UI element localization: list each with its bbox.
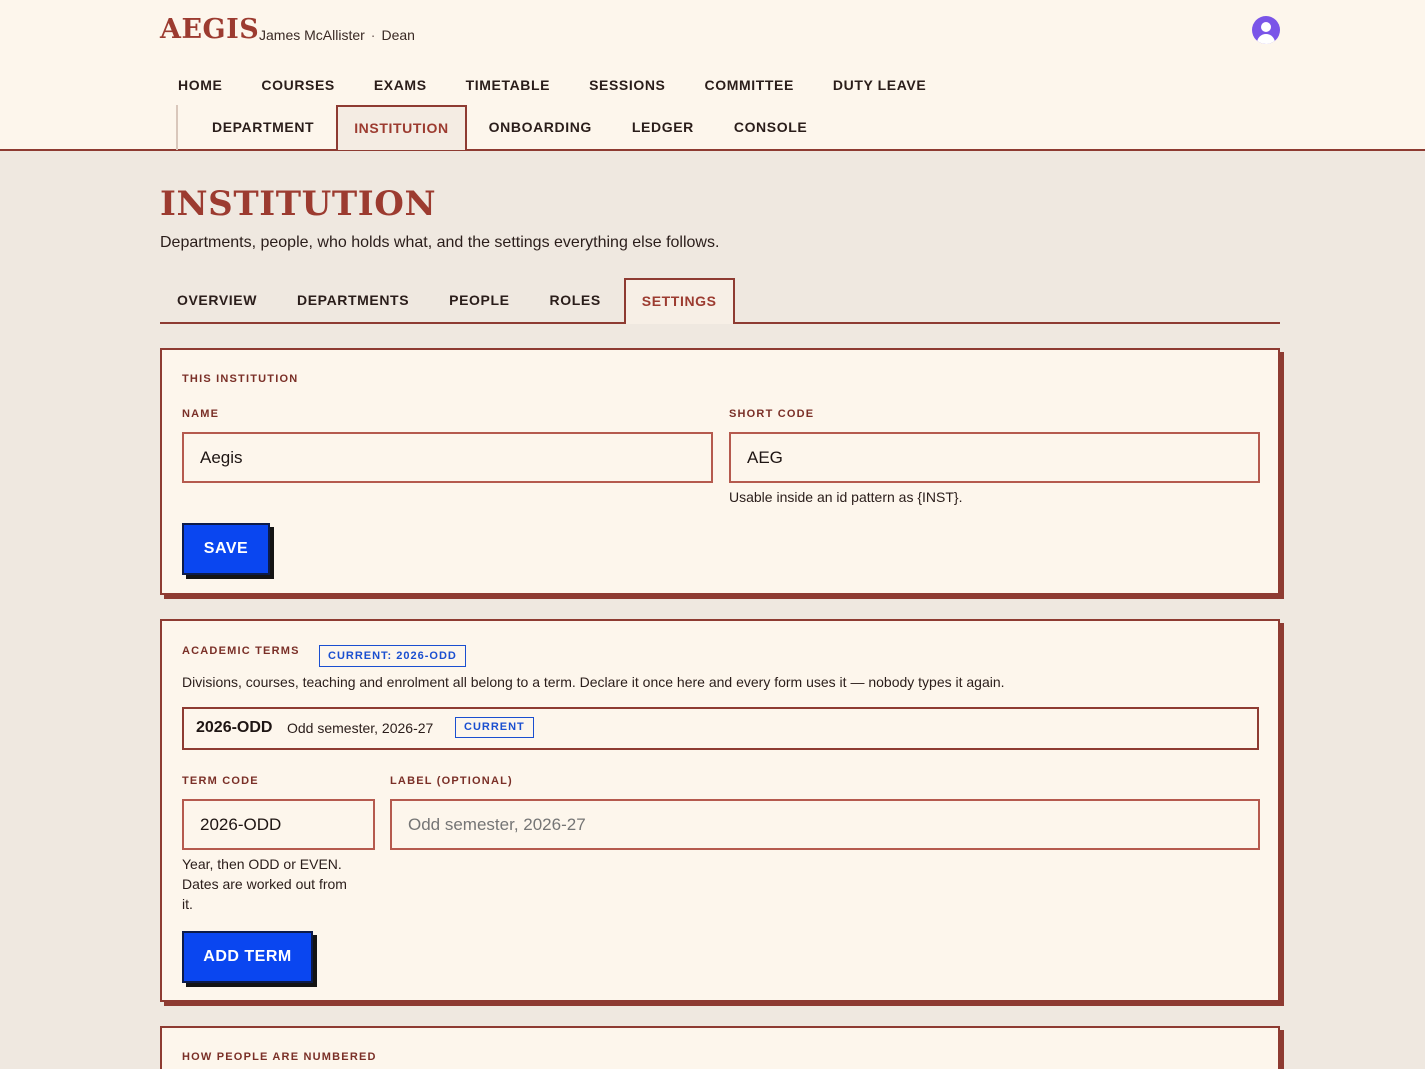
avatar-head-shape xyxy=(1261,22,1271,32)
term-label: Odd semester, 2026-27 xyxy=(287,720,434,736)
user-name: James McAllister xyxy=(259,27,365,43)
nav-item-home[interactable]: HOME xyxy=(160,75,240,95)
tab-people[interactable]: PEOPLE xyxy=(432,278,526,322)
current-badge: CURRENT xyxy=(455,717,534,738)
term-code-input[interactable] xyxy=(182,799,375,850)
card-heading: ACADEMIC TERMS xyxy=(182,645,300,657)
avatar-body-shape xyxy=(1257,34,1275,44)
current-term-badge: CURRENT: 2026-ODD xyxy=(319,645,466,667)
tab-overview[interactable]: OVERVIEW xyxy=(160,278,274,322)
term-row[interactable]: 2026-ODD Odd semester, 2026-27 CURRENT xyxy=(182,707,1259,750)
numbering-card: HOW PEOPLE ARE NUMBERED xyxy=(160,1026,1280,1069)
app-logo[interactable]: AEGIS xyxy=(160,14,259,45)
short-code-label: SHORT CODE xyxy=(729,408,815,420)
page-subtitle: Departments, people, who holds what, and… xyxy=(160,234,720,251)
short-code-input[interactable] xyxy=(729,432,1260,483)
nav-item-timetable[interactable]: TIMETABLE xyxy=(448,75,568,95)
term-code: 2026-ODD xyxy=(196,719,273,736)
user-info: James McAllister · Dean xyxy=(259,27,415,43)
nav-item-exams[interactable]: EXAMS xyxy=(356,75,445,95)
user-separator: · xyxy=(370,27,376,43)
terms-description: Divisions, courses, teaching and enrolme… xyxy=(182,674,1005,690)
academic-terms-card: ACADEMIC TERMS CURRENT: 2026-ODD Divisio… xyxy=(160,619,1280,1002)
tab-settings[interactable]: SETTINGS xyxy=(623,278,735,324)
top-bar: AEGIS James McAllister · Dean HOME COURSES… xyxy=(0,0,1425,151)
subnav-item-onboarding[interactable]: ONBOARDING xyxy=(471,105,610,150)
term-code-help-3: it. xyxy=(182,896,193,912)
label-optional-label: LABEL (OPTIONAL) xyxy=(390,775,513,787)
subnav-item-ledger[interactable]: LEDGER xyxy=(614,105,712,150)
card-heading: HOW PEOPLE ARE NUMBERED xyxy=(182,1051,377,1063)
add-term-button[interactable]: ADD TERM xyxy=(182,931,313,983)
short-code-help: Usable inside an id pattern as {INST}. xyxy=(729,489,963,505)
nav-item-sessions[interactable]: SESSIONS xyxy=(571,75,683,95)
tab-departments[interactable]: DEPARTMENTS xyxy=(280,278,426,322)
subnav-item-department[interactable]: DEPARTMENT xyxy=(194,105,332,150)
save-button[interactable]: SAVE xyxy=(182,523,270,575)
name-label: NAME xyxy=(182,408,220,420)
user-role: Dean xyxy=(381,27,415,43)
term-label-input[interactable] xyxy=(390,799,1260,850)
main-nav: HOME COURSES EXAMS TIMETABLE SESSIONS CO… xyxy=(160,75,947,95)
user-avatar-icon[interactable] xyxy=(1252,16,1280,44)
page-title: INSTITUTION xyxy=(160,184,437,224)
name-input[interactable] xyxy=(182,432,713,483)
subnav-item-institution[interactable]: INSTITUTION xyxy=(336,105,467,150)
term-code-help-2: Dates are worked out from xyxy=(182,876,347,892)
term-code-help-1: Year, then ODD or EVEN. xyxy=(182,856,342,872)
nav-item-committee[interactable]: COMMITTEE xyxy=(687,75,812,95)
term-code-label: TERM CODE xyxy=(182,775,259,787)
sub-nav: DEPARTMENT INSTITUTION ONBOARDING LEDGER… xyxy=(176,105,809,150)
nav-item-courses[interactable]: COURSES xyxy=(243,75,352,95)
nav-item-duty-leave[interactable]: DUTY LEAVE xyxy=(815,75,944,95)
institution-card: THIS INSTITUTION NAME SHORT CODE Usable … xyxy=(160,348,1280,595)
section-tabs: OVERVIEW DEPARTMENTS PEOPLE ROLES SETTIN… xyxy=(160,278,1280,324)
subnav-item-console[interactable]: CONSOLE xyxy=(716,105,825,150)
tab-roles[interactable]: ROLES xyxy=(533,278,618,322)
card-heading: THIS INSTITUTION xyxy=(182,373,299,385)
